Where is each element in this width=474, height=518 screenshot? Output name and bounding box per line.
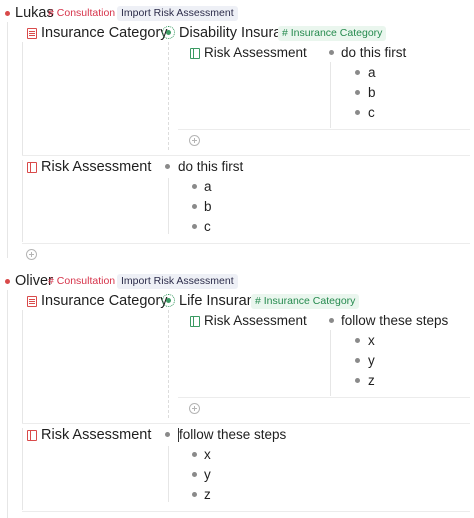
divider [22,243,470,244]
divider [178,397,470,398]
list-item[interactable]: a [368,64,376,82]
import-risk-assessment-button[interactable]: Import Risk Assessment [117,6,238,21]
bullet-dot[interactable] [355,110,360,115]
node-bullet-icon[interactable] [5,279,10,284]
bullet-dot[interactable] [355,90,360,95]
nested-list-guide-line [330,330,331,396]
list-item[interactable]: x [204,446,211,464]
bullet-dot[interactable] [329,318,334,323]
consultation-tag-label: Consultation [56,7,116,19]
consultation-tag[interactable]: # Consultation [48,6,115,21]
bullet-dot[interactable] [165,432,170,437]
panel-icon [27,430,37,441]
bullet-dot[interactable] [192,204,197,209]
bullet-dot[interactable] [165,164,170,169]
bullet-dot[interactable] [329,50,334,55]
nested-risk-assessment-label[interactable]: Risk Assessment [204,312,307,330]
list-item[interactable]: b [368,84,376,102]
field-label-risk-assessment[interactable]: Risk Assessment [41,426,151,444]
doc-icon [27,296,37,307]
list-item[interactable]: c [204,218,211,236]
panel-icon [190,316,200,327]
field-guide-line [22,310,23,423]
divider [22,423,470,424]
list-item[interactable]: follow these steps [341,312,448,330]
divider [178,129,470,130]
consultation-tag-label: Consultation [56,275,116,287]
bullet-dot[interactable] [192,452,197,457]
list-guide-line [168,446,169,502]
divider [22,511,470,512]
nested-list-guide-line [330,62,331,128]
consultation-tag[interactable]: # Consultation [48,274,115,289]
panel-icon [190,48,200,59]
gear-icon[interactable] [162,26,175,39]
doc-icon [27,28,37,39]
list-guide-line [168,178,169,234]
list-item[interactable]: a [204,178,212,196]
bullet-dot[interactable] [355,338,360,343]
insurance-category-tag[interactable]: # Insurance Category [251,294,360,309]
list-item[interactable]: do this first [178,158,243,176]
insurance-category-tag[interactable]: # Insurance Category [278,26,387,41]
list-item[interactable]: b [204,198,212,216]
bullet-dot[interactable] [355,358,360,363]
add-circle-icon[interactable] [189,403,200,414]
insurance-category-tag-label: Insurance Category [290,27,383,39]
field-label-risk-assessment[interactable]: Risk Assessment [41,158,151,176]
node-bullet-icon[interactable] [5,11,10,16]
list-item[interactable]: follow these steps [179,426,286,444]
bullet-dot[interactable] [355,378,360,383]
bullet-dot[interactable] [192,184,197,189]
list-item[interactable]: x [368,332,375,350]
bullet-dot[interactable] [192,224,197,229]
list-item[interactable]: do this first [341,44,406,62]
node-guide-line [7,290,8,518]
field-label-insurance-category[interactable]: Insurance Category [41,24,168,42]
list-item[interactable]: z [368,372,375,390]
add-circle-icon[interactable] [26,249,37,260]
field-guide-line [22,428,23,510]
import-risk-assessment-button[interactable]: Import Risk Assessment [117,274,238,289]
category-guide-line [168,310,169,418]
category-guide-line [168,42,169,150]
add-circle-icon[interactable] [189,135,200,146]
node-guide-line [7,22,8,258]
bullet-dot[interactable] [192,492,197,497]
list-item[interactable]: y [204,466,211,484]
bullet-dot[interactable] [192,472,197,477]
bullet-dot[interactable] [355,70,360,75]
list-item[interactable]: y [368,352,375,370]
nested-risk-assessment-label[interactable]: Risk Assessment [204,44,307,62]
insurance-category-tag-label: Insurance Category [263,295,356,307]
divider [22,155,470,156]
field-guide-line [22,160,23,242]
field-guide-line [22,42,23,155]
field-label-insurance-category[interactable]: Insurance Category [41,292,168,310]
list-item[interactable]: c [368,104,375,122]
gear-icon[interactable] [162,294,175,307]
panel-icon [27,162,37,173]
list-item[interactable]: z [204,486,211,504]
